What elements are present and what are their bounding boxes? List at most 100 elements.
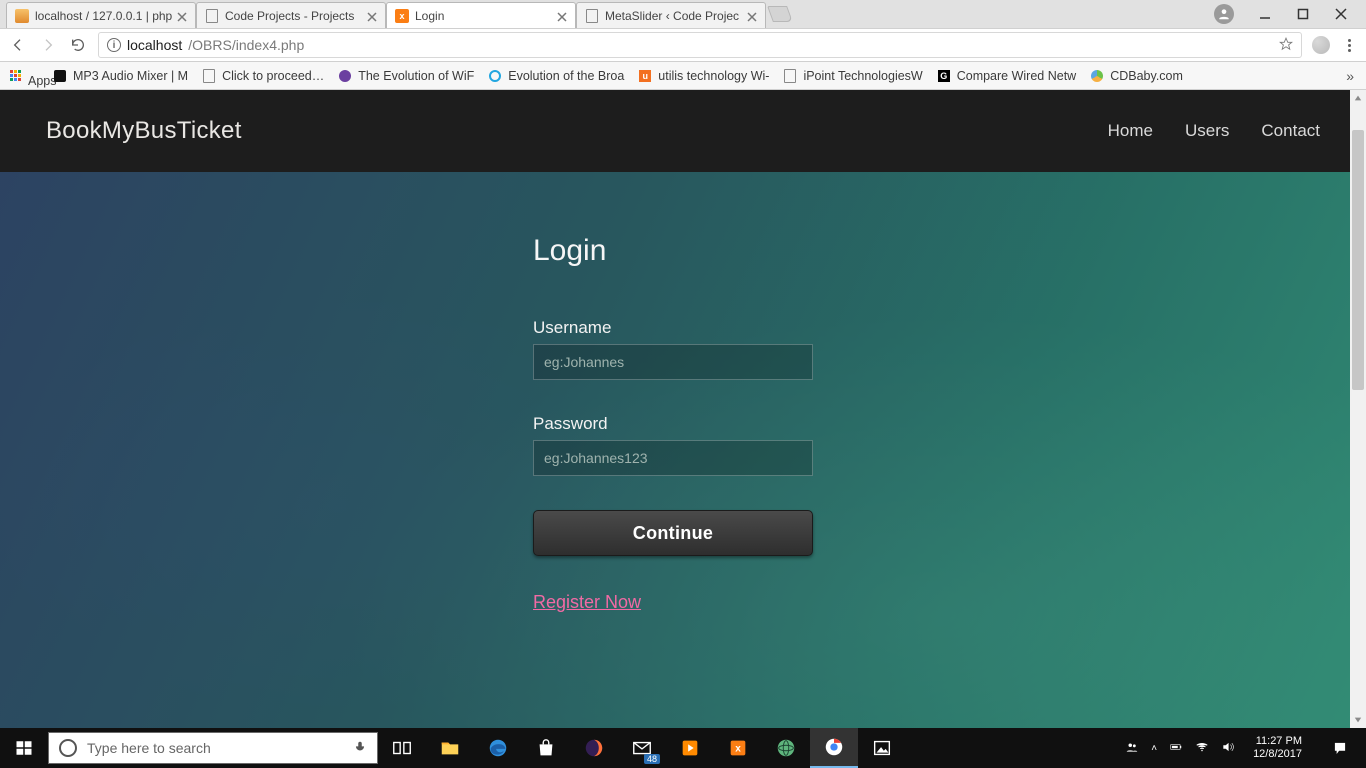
tab-strip: localhost / 127.0.0.1 | php Code Project… [0,0,1366,28]
file-explorer-icon[interactable] [426,728,474,768]
chrome-taskbar-icon[interactable] [810,728,858,768]
username-input[interactable] [533,344,813,380]
bookmark-item[interactable]: MP3 Audio Mixer | M [53,69,188,83]
bookmark-label: The Evolution of WiF [358,69,474,83]
browser-tab[interactable]: MetaSlider ‹ Code Projec [576,2,766,28]
edge-icon[interactable] [474,728,522,768]
bookmark-item[interactable]: The Evolution of WiF [338,69,474,83]
tab-title: localhost / 127.0.0.1 | php [35,9,173,23]
tab-title: Login [415,9,553,23]
continue-button[interactable]: Continue [533,510,813,556]
window-maximize-button[interactable] [1296,7,1310,21]
tab-close-icon[interactable] [367,11,377,21]
primary-nav: Home Users Contact [1108,121,1320,141]
bookmark-label: MP3 Audio Mixer | M [73,69,188,83]
bookmark-label: Evolution of the Broa [508,69,624,83]
bookmarks-bar: Apps MP3 Audio Mixer | M Click to procee… [0,62,1366,90]
url-host: localhost [127,37,182,53]
browser-tab[interactable]: Code Projects - Projects [196,2,386,28]
password-label: Password [533,414,833,434]
tab-close-icon[interactable] [747,11,757,21]
login-heading: Login [533,234,833,268]
forward-button[interactable] [38,35,58,55]
scroll-down-icon[interactable] [1350,712,1366,728]
mic-icon[interactable] [353,740,367,757]
new-tab-button[interactable] [767,6,793,22]
login-form: Login Username Password Continue Registe… [533,234,833,613]
username-label: Username [533,318,833,338]
media-player-icon[interactable] [666,728,714,768]
taskbar-search[interactable]: Type here to search [48,732,378,764]
battery-icon[interactable] [1169,740,1183,757]
bookmark-label: iPoint TechnologiesW [803,69,922,83]
document-icon [205,9,219,23]
bookmark-item[interactable]: uutilis technology Wi- [638,69,769,83]
bookmark-star-icon[interactable] [1279,37,1293,54]
bookmark-item[interactable]: iPoint TechnologiesW [783,69,922,83]
bookmarks-overflow-icon[interactable]: » [1346,68,1358,84]
brand-title[interactable]: BookMyBusTicket [46,117,242,145]
document-icon [585,9,599,23]
tab-title: Code Projects - Projects [225,9,363,23]
scroll-up-icon[interactable] [1350,90,1366,106]
tab-close-icon[interactable] [557,11,567,21]
site-header: BookMyBusTicket Home Users Contact [0,90,1366,172]
xampp-taskbar-icon[interactable]: x [714,728,762,768]
nav-users[interactable]: Users [1185,121,1229,141]
action-center-icon[interactable] [1320,728,1360,768]
profile-avatar-icon[interactable] [1214,4,1234,24]
vertical-scrollbar[interactable] [1350,90,1366,728]
start-button[interactable] [0,728,48,768]
address-bar[interactable]: i localhost/OBRS/index4.php [98,32,1302,58]
bookmark-item[interactable]: Click to proceed… [202,69,324,83]
clock-date: 12/8/2017 [1253,748,1302,761]
task-view-icon[interactable] [378,728,426,768]
bookmark-label: Compare Wired Netw [957,69,1076,83]
wifi-icon[interactable] [1195,740,1209,757]
browser-tab[interactable]: localhost / 127.0.0.1 | php [6,2,196,28]
bookmark-item[interactable]: CDBaby.com [1090,69,1183,83]
bookmark-item[interactable]: GCompare Wired Netw [937,69,1076,83]
bookmark-label: utilis technology Wi- [658,69,769,83]
tab-title: MetaSlider ‹ Code Projec [605,9,743,23]
browser-tab-active[interactable]: x Login [386,2,576,28]
bookmark-apps[interactable]: Apps [8,69,39,83]
bookmark-item[interactable]: Evolution of the Broa [488,69,624,83]
window-close-button[interactable] [1334,7,1348,21]
password-input[interactable] [533,440,813,476]
reload-button[interactable] [68,35,88,55]
nav-home[interactable]: Home [1108,121,1153,141]
store-icon[interactable] [522,728,570,768]
hero-section: Login Username Password Continue Registe… [0,172,1350,728]
xampp-icon: x [395,9,409,23]
bookmark-label: Click to proceed… [222,69,324,83]
register-link[interactable]: Register Now [533,592,641,613]
taskbar-clock[interactable]: 11:27 PM 12/8/2017 [1247,735,1308,760]
phpmyadmin-icon [15,9,29,23]
tray-overflow-icon[interactable]: ˄ [1151,743,1157,754]
mail-badge: 48 [644,754,660,764]
nav-contact[interactable]: Contact [1261,121,1320,141]
url-path: /OBRS/index4.php [188,37,304,53]
clock-time: 11:27 PM [1253,735,1302,748]
bookmark-label: CDBaby.com [1110,69,1183,83]
chrome-menu-button[interactable] [1340,36,1358,54]
bookmark-label: Apps [28,74,39,77]
site-info-icon[interactable]: i [107,38,121,52]
atom-icon[interactable] [762,728,810,768]
window-minimize-button[interactable] [1258,7,1272,21]
extension-icon[interactable] [1312,36,1330,54]
windows-taskbar: Type here to search 48 x ˄ 11:27 PM 12/8… [0,728,1366,768]
svg-text:x: x [735,744,741,755]
tab-close-icon[interactable] [177,11,187,21]
system-tray: ˄ 11:27 PM 12/8/2017 [1125,728,1366,768]
people-icon[interactable] [1125,740,1139,757]
mail-icon[interactable]: 48 [618,728,666,768]
cortana-icon [59,739,77,757]
scrollbar-thumb[interactable] [1352,130,1364,390]
back-button[interactable] [8,35,28,55]
firefox-icon[interactable] [570,728,618,768]
photos-icon[interactable] [858,728,906,768]
search-placeholder: Type here to search [87,740,343,756]
volume-icon[interactable] [1221,740,1235,757]
